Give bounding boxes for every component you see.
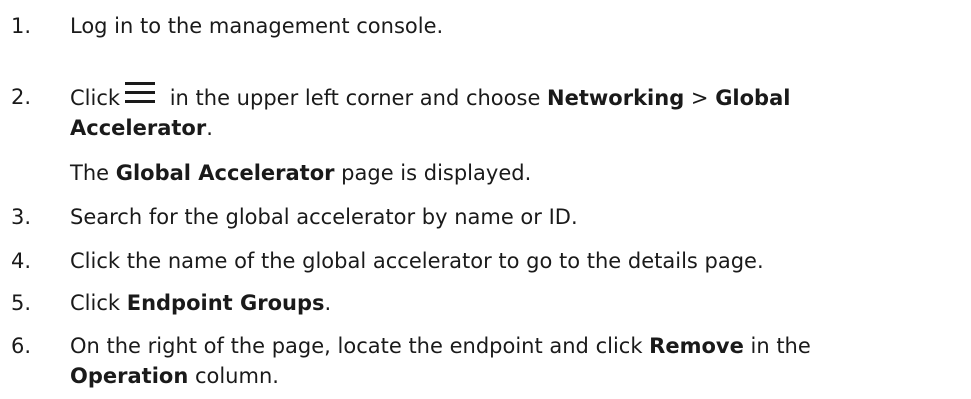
result-prefix: The	[70, 161, 116, 185]
step-text: Click in the upper left corner and choos…	[70, 82, 965, 143]
menu-separator: >	[684, 86, 716, 110]
menu-global-line-1: Global	[715, 86, 791, 110]
step-number: 2.	[11, 85, 32, 109]
procedure-list: 1. Log in to the management console. 2. …	[0, 0, 971, 399]
operation-label: Operation	[70, 364, 189, 388]
step-text: Search for the global accelerator by nam…	[70, 205, 578, 229]
step-text: Click the name of the global accelerator…	[70, 249, 764, 273]
step-text-end: column.	[188, 364, 279, 388]
step-text: Log in to the management console.	[70, 14, 444, 38]
step-number: 1.	[11, 14, 32, 38]
step-text-prefix: Click	[70, 291, 127, 315]
step-number: 4.	[11, 249, 32, 273]
result-page-name: Global Accelerator	[115, 161, 335, 185]
step-text-prefix: On the right of the page, locate the end…	[70, 334, 650, 358]
step-text: On the right of the page, locate the end…	[70, 331, 965, 391]
step-2-result: The Global Accelerator page is displayed…	[70, 158, 965, 188]
endpoint-groups-label: Endpoint Groups	[126, 291, 325, 315]
step-number: 5.	[11, 291, 32, 315]
menu-icon	[125, 82, 156, 104]
menu-global-line-2: Accelerator	[70, 116, 207, 140]
step-text-end: .	[206, 116, 213, 140]
menu-networking: Networking	[547, 86, 685, 110]
step-number: 6.	[11, 334, 32, 358]
step-text-click: Click	[70, 86, 121, 110]
step-number: 3.	[11, 205, 32, 229]
step-text: Click Endpoint Groups.	[70, 288, 965, 318]
remove-label: Remove	[649, 334, 744, 358]
step-text-end: .	[324, 291, 332, 315]
result-suffix: page is displayed.	[334, 161, 532, 185]
step-text-middle: in the	[743, 334, 811, 358]
step-text-middle: in the upper left corner and choose	[163, 86, 548, 110]
